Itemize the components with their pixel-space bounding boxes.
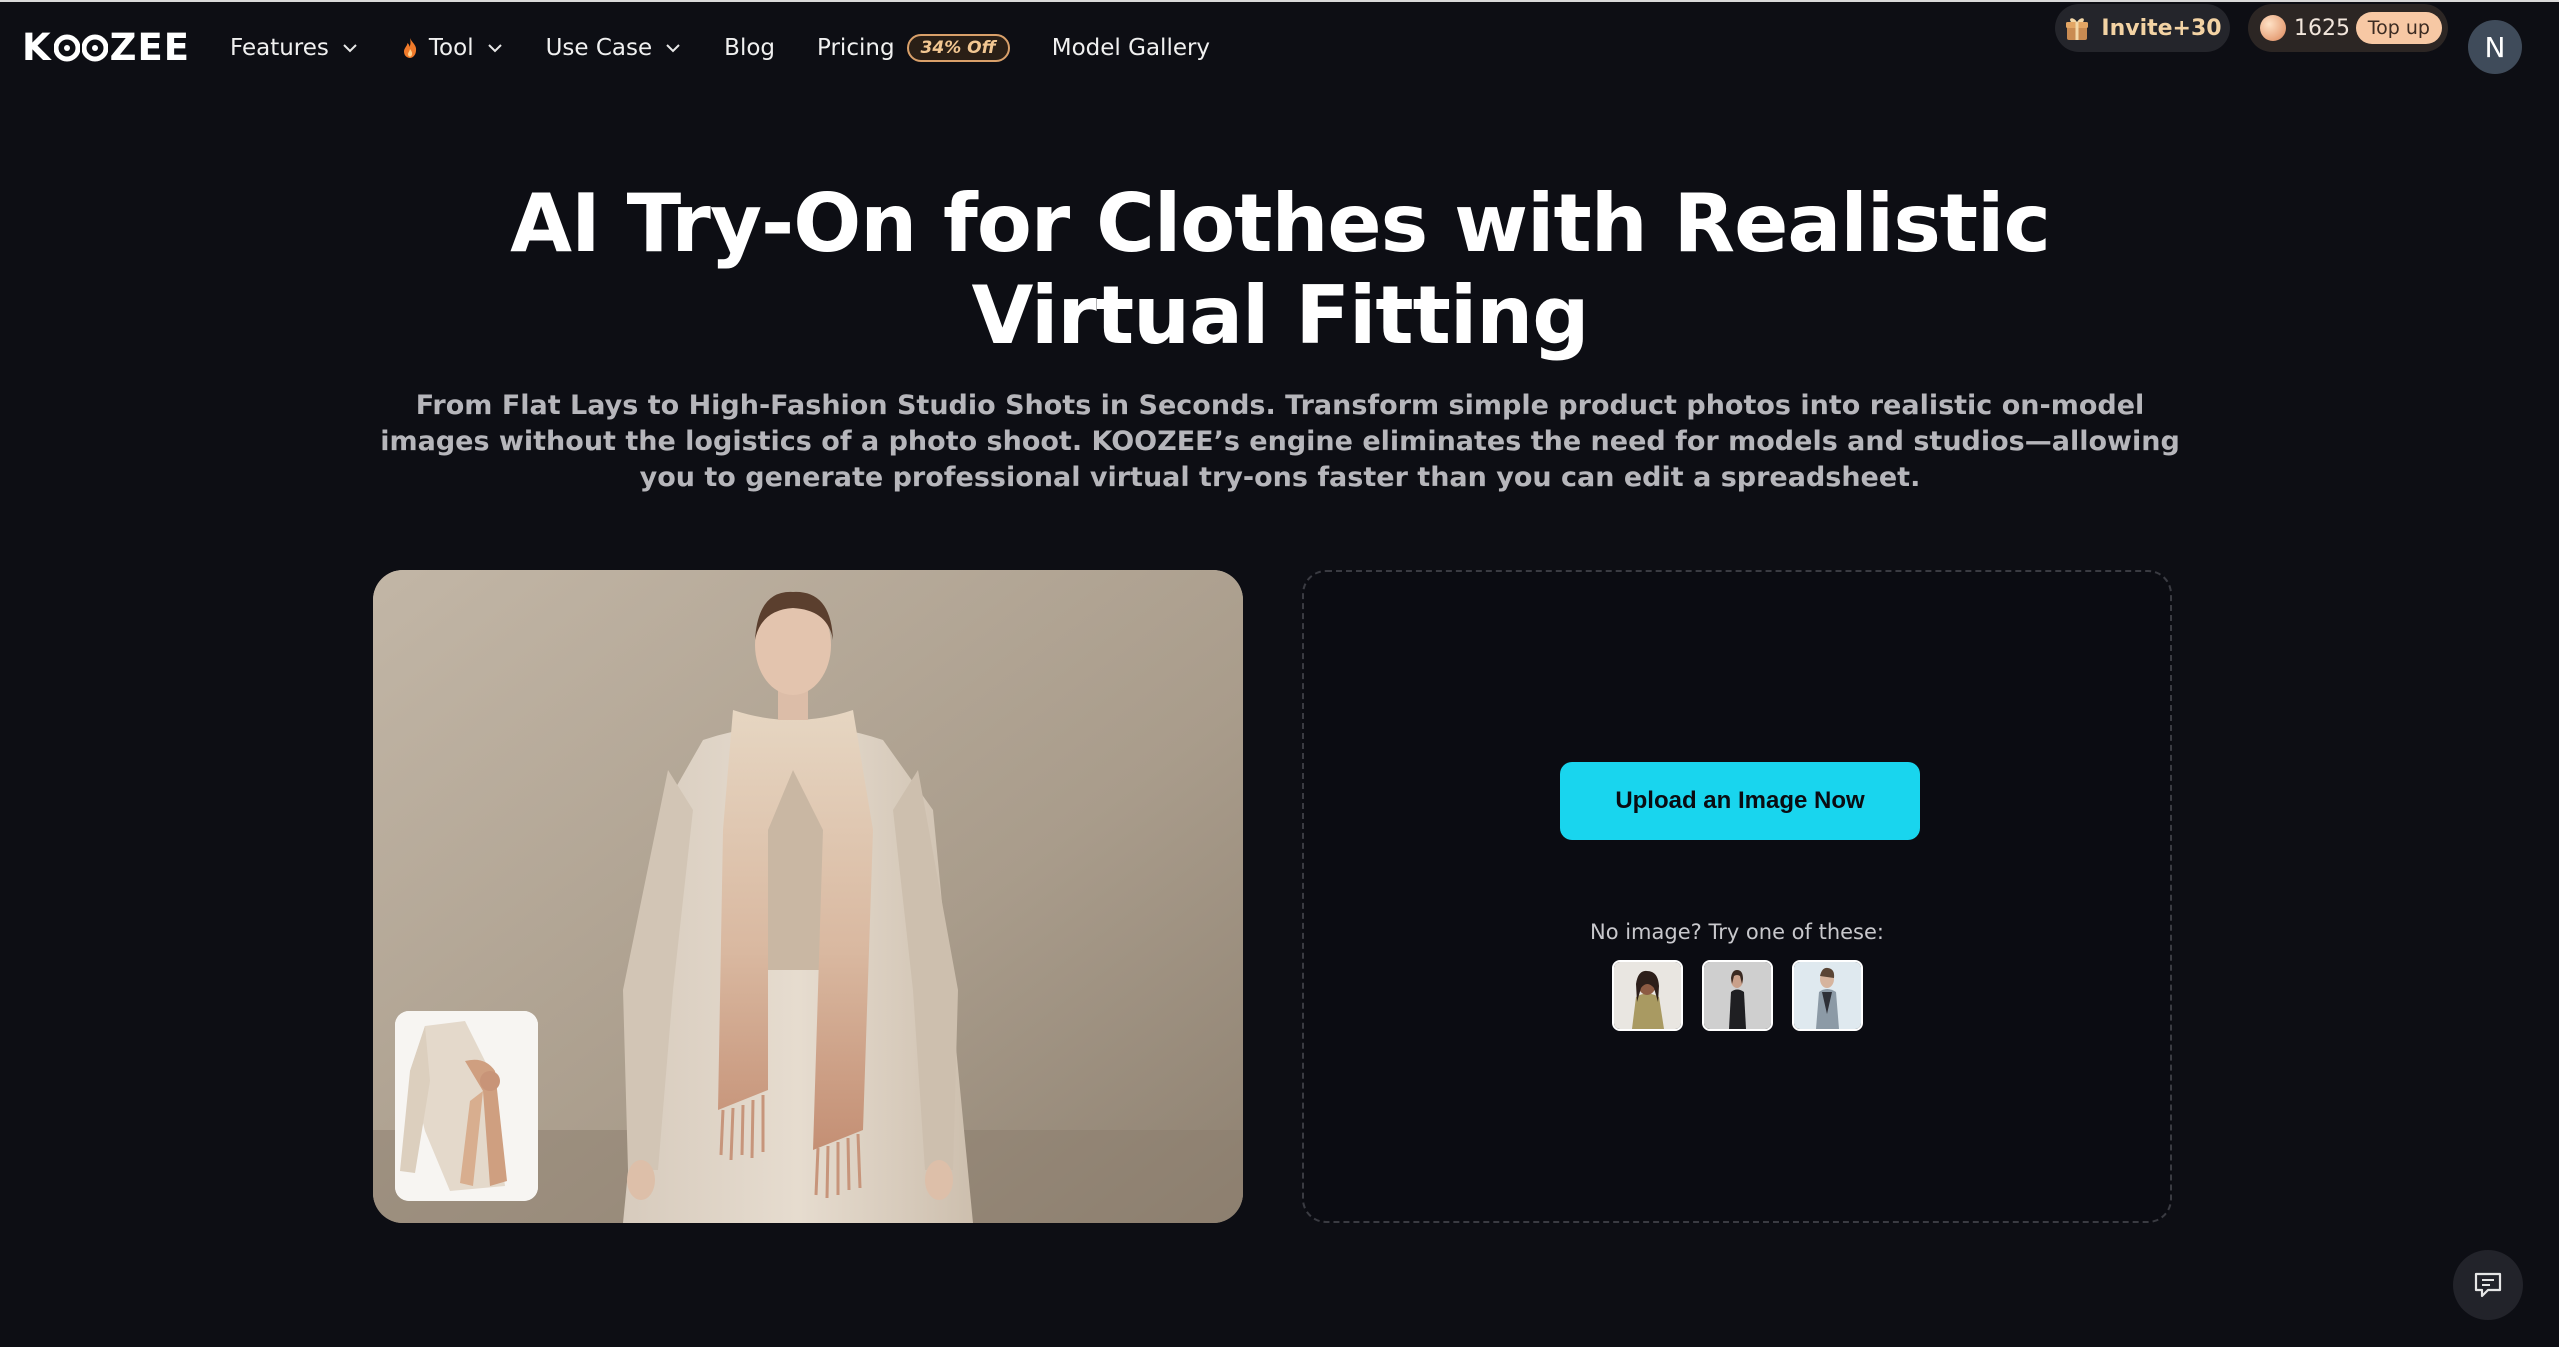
nav-tool-label: Tool [428, 35, 474, 61]
title-line-1: AI Try-On for Clothes with Realistic [510, 177, 2051, 270]
page-title: AI Try-On for Clothes with Realistic Vir… [380, 178, 2180, 362]
credits-count: 1625 [2294, 15, 2350, 41]
nav-use-case-label: Use Case [545, 35, 653, 61]
hero-subtitle: From Flat Lays to High-Fashion Studio Sh… [380, 390, 2180, 493]
nav-tool[interactable]: Tool [401, 35, 504, 61]
flatlay-image [395, 1011, 538, 1201]
logo-oo-mark [53, 33, 108, 63]
chevron-down-icon [487, 44, 502, 53]
sample-images [1612, 960, 1863, 1031]
gift-icon [2066, 18, 2089, 40]
discount-badge: 34% Off [906, 34, 1010, 62]
credits-pill[interactable]: 1625 Top up [2248, 4, 2448, 52]
nav-blog[interactable]: Blog [724, 35, 775, 61]
chat-icon [2474, 1272, 2502, 1298]
nav-features[interactable]: Features [230, 35, 359, 61]
chevron-down-icon [666, 44, 680, 53]
chevron-down-icon [343, 44, 357, 53]
nav-model-gallery-label: Model Gallery [1051, 35, 1211, 61]
invite-label: Invite+30 [2101, 15, 2222, 41]
coin-icon [2260, 15, 2286, 41]
nav-model-gallery[interactable]: Model Gallery [1052, 35, 1210, 61]
nav-pricing[interactable]: Pricing 34% Off [817, 34, 1010, 62]
top-navigation: K ZEE Features Tool Use Case Blog Pricin… [0, 2, 2559, 90]
nav-use-case[interactable]: Use Case [546, 35, 683, 61]
demo-result-image [373, 570, 1243, 1223]
sample-image-3[interactable] [1792, 960, 1863, 1031]
sample-image-1[interactable] [1612, 960, 1683, 1031]
koozee-logo[interactable]: K ZEE [22, 26, 190, 70]
upload-panel[interactable]: Upload an Image Now No image? Try one of… [1302, 570, 2172, 1223]
sample-image-2[interactable] [1702, 960, 1773, 1031]
upload-image-button[interactable]: Upload an Image Now [1560, 762, 1920, 840]
nav-pricing-label: Pricing [817, 35, 895, 61]
sample-images-label: No image? Try one of these: [1589, 920, 1884, 944]
garment-flatlay-thumbnail [395, 1011, 538, 1201]
nav-features-label: Features [230, 35, 329, 61]
user-avatar[interactable]: N [2468, 20, 2522, 74]
top-up-button[interactable]: Top up [2355, 12, 2442, 44]
flame-icon [403, 38, 417, 58]
invite-button[interactable]: Invite+30 [2055, 4, 2230, 52]
nav-blog-label: Blog [724, 35, 776, 61]
feedback-button[interactable] [2453, 1250, 2523, 1320]
title-line-2: Virtual Fitting [971, 269, 1589, 362]
main-menu: Features Tool Use Case Blog Pricing 34% … [230, 28, 1252, 68]
